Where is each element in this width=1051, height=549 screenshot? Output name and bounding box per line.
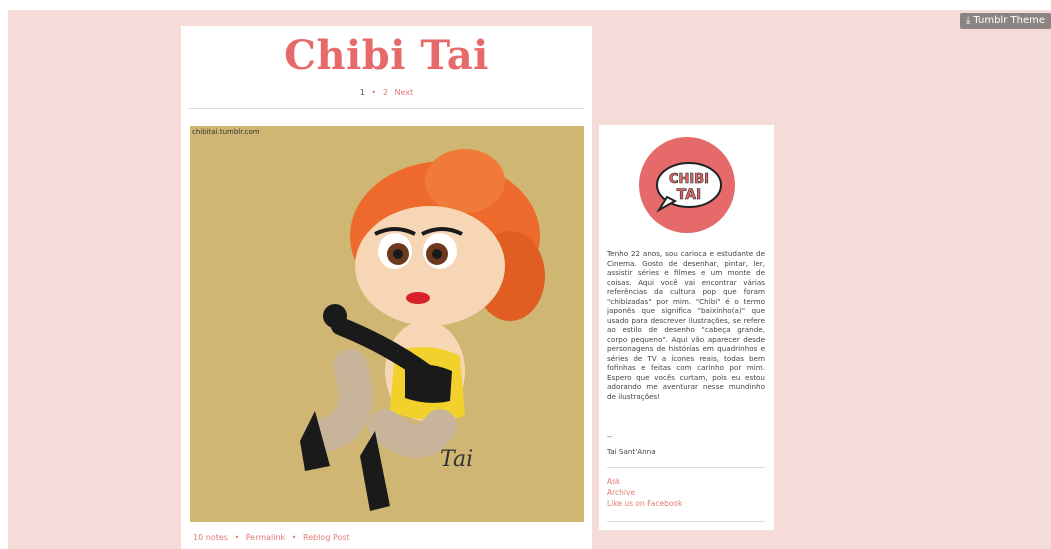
ask-link[interactable]: Ask <box>607 476 682 487</box>
page-2-link[interactable]: 2 <box>383 88 388 97</box>
image-watermark: chibitai.tumblr.com <box>192 128 260 136</box>
left-gutter <box>0 10 8 549</box>
main-column: Chibi Tai 1 • 2 Next chibitai.tumblr.com <box>181 26 592 549</box>
pagination: 1 • 2 Next <box>181 88 592 97</box>
reblog-link[interactable]: Reblog Post <box>303 533 350 542</box>
artist-signature: Tai <box>440 447 473 472</box>
chibi-character-art: Tai <box>300 149 545 511</box>
notes-link[interactable]: 10 notes <box>193 533 228 542</box>
footer-separator: • <box>291 533 297 542</box>
footer-separator: • <box>234 533 240 542</box>
top-bar <box>0 0 1051 10</box>
archive-link[interactable]: Archive <box>607 487 682 498</box>
avatar-text-bottom: TAI <box>677 187 702 203</box>
avatar-text-top: CHIBI <box>669 172 709 187</box>
pagination-separator: • <box>371 88 377 97</box>
signature-dash: -- <box>607 433 613 441</box>
sidebar-divider <box>607 467 765 468</box>
blog-title[interactable]: Chibi Tai <box>181 32 592 79</box>
tumblr-theme-button[interactable]: ⤓ Tumblr Theme <box>959 13 1051 29</box>
next-page-link[interactable]: Next <box>394 88 413 97</box>
header-divider <box>189 108 584 109</box>
blog-avatar[interactable]: CHIBI TAI <box>637 135 737 235</box>
sidebar-divider-bottom <box>607 521 765 522</box>
post-illustration[interactable]: chibitai.tumblr.com Tai <box>190 126 584 522</box>
post-footer: 10 notes • Permalink • Reblog Post <box>193 533 354 542</box>
facebook-link[interactable]: Like us on Facebook <box>607 498 682 509</box>
permalink-link[interactable]: Permalink <box>246 533 285 542</box>
page-1-link[interactable]: 1 <box>360 88 365 97</box>
sidebar-links: Ask Archive Like us on Facebook <box>607 476 682 509</box>
sidebar: CHIBI TAI Tenho 22 anos, sou carioca e e… <box>599 125 774 530</box>
author-signature: Tai Sant'Anna <box>607 447 656 456</box>
blog-description: Tenho 22 anos, sou carioca e estudante d… <box>607 249 765 401</box>
